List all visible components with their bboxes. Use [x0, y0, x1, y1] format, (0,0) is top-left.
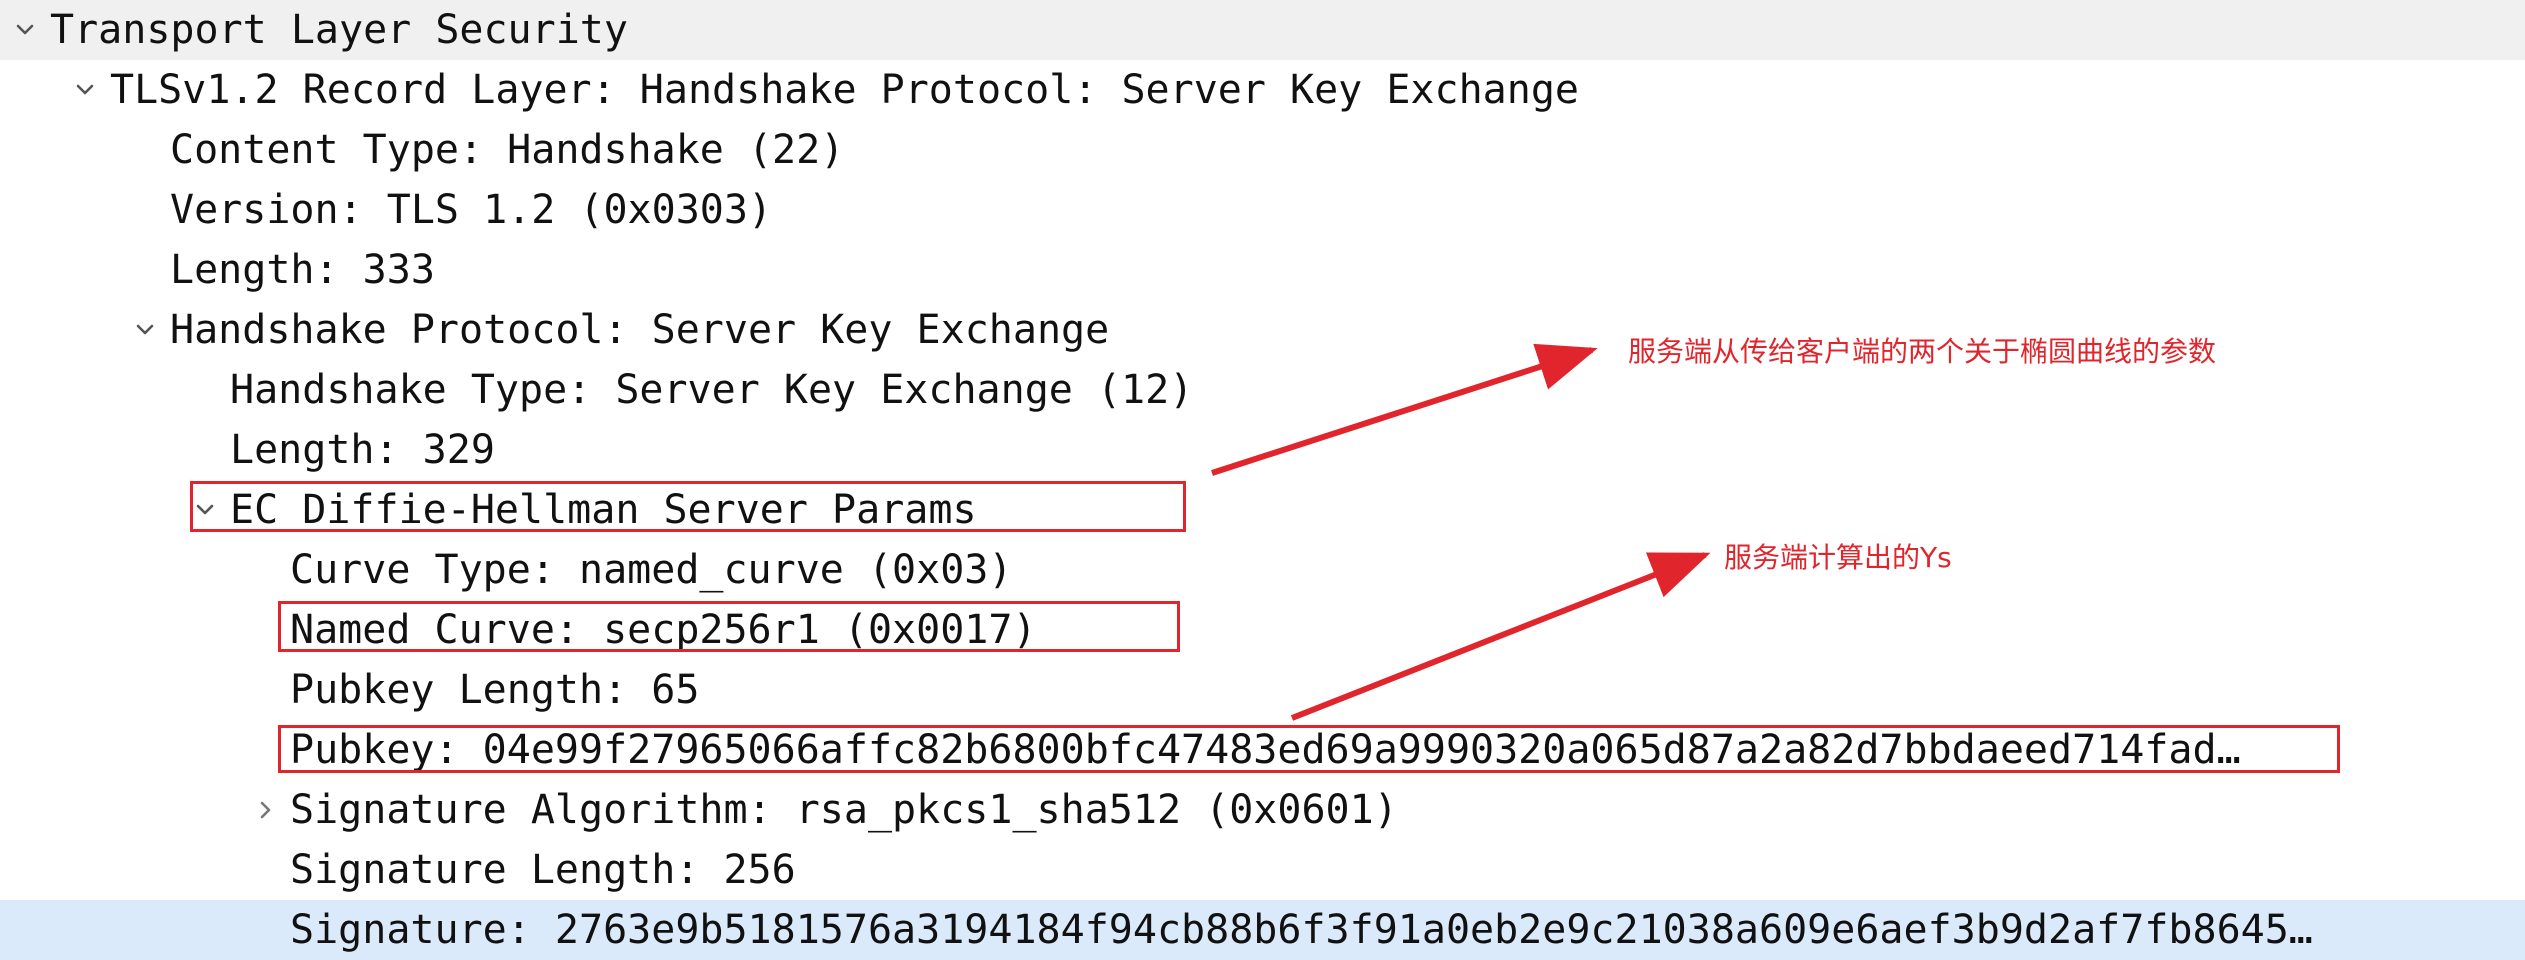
tree-row-label: Handshake Type: Server Key Exchange (12) [230, 367, 1194, 413]
tree-row[interactable]: Curve Type: named_curve (0x03) [0, 540, 2525, 600]
chevron-right-icon[interactable] [245, 780, 285, 840]
tree-row-label: Handshake Protocol: Server Key Exchange [170, 307, 1110, 353]
tree-row-label: Signature: 2763e9b5181576a3194184f94cb88… [290, 907, 2313, 953]
chevron-down-icon[interactable] [5, 0, 45, 60]
tree-row[interactable]: Content Type: Handshake (22) [0, 120, 2525, 180]
tree-row-label: Named Curve: secp256r1 (0x0017) [290, 607, 1037, 653]
tree-row[interactable]: EC Diffie-Hellman Server Params [0, 480, 2525, 540]
tree-row[interactable]: Transport Layer Security [0, 0, 2525, 60]
tree-row-label: Curve Type: named_curve (0x03) [290, 547, 1013, 593]
chevron-down-icon[interactable] [125, 300, 165, 360]
tree-row-label: Signature Algorithm: rsa_pkcs1_sha512 (0… [290, 787, 1398, 833]
tree-row[interactable]: TLSv1.2 Record Layer: Handshake Protocol… [0, 60, 2525, 120]
tree-row-label: Length: 329 [230, 427, 495, 473]
tree-row-label: Version: TLS 1.2 (0x0303) [170, 187, 773, 233]
tree-row-label: Pubkey Length: 65 [290, 667, 700, 713]
tree-row[interactable]: Signature: 2763e9b5181576a3194184f94cb88… [0, 900, 2525, 960]
chevron-down-icon[interactable] [65, 60, 105, 120]
tree-row-label: EC Diffie-Hellman Server Params [230, 487, 977, 533]
tree-row[interactable]: Pubkey: 04e99f27965066affc82b6800bfc4748… [0, 720, 2525, 780]
tree-row[interactable]: Signature Length: 256 [0, 840, 2525, 900]
tree-row[interactable]: Signature Algorithm: rsa_pkcs1_sha512 (0… [0, 780, 2525, 840]
pubkey-annotation: 服务端计算出的Ys [1724, 541, 1952, 574]
tree-row-label: Transport Layer Security [50, 7, 628, 53]
tree-row[interactable]: Pubkey Length: 65 [0, 660, 2525, 720]
tree-row-label: TLSv1.2 Record Layer: Handshake Protocol… [110, 67, 1580, 113]
ecdh-params-annotation: 服务端从传给客户端的两个关于椭圆曲线的参数 [1628, 335, 2217, 368]
tree-row-label: Signature Length: 256 [290, 847, 796, 893]
tree-row[interactable]: Named Curve: secp256r1 (0x0017) [0, 600, 2525, 660]
tree-row[interactable]: Length: 333 [0, 240, 2525, 300]
tree-row[interactable]: Length: 329 [0, 420, 2525, 480]
tree-row-label: Length: 333 [170, 247, 435, 293]
tree-row-label: Pubkey: 04e99f27965066affc82b6800bfc4748… [290, 727, 2241, 773]
tree-row[interactable]: Version: TLS 1.2 (0x0303) [0, 180, 2525, 240]
tree-row-label: Content Type: Handshake (22) [170, 127, 845, 173]
chevron-down-icon[interactable] [185, 480, 225, 540]
